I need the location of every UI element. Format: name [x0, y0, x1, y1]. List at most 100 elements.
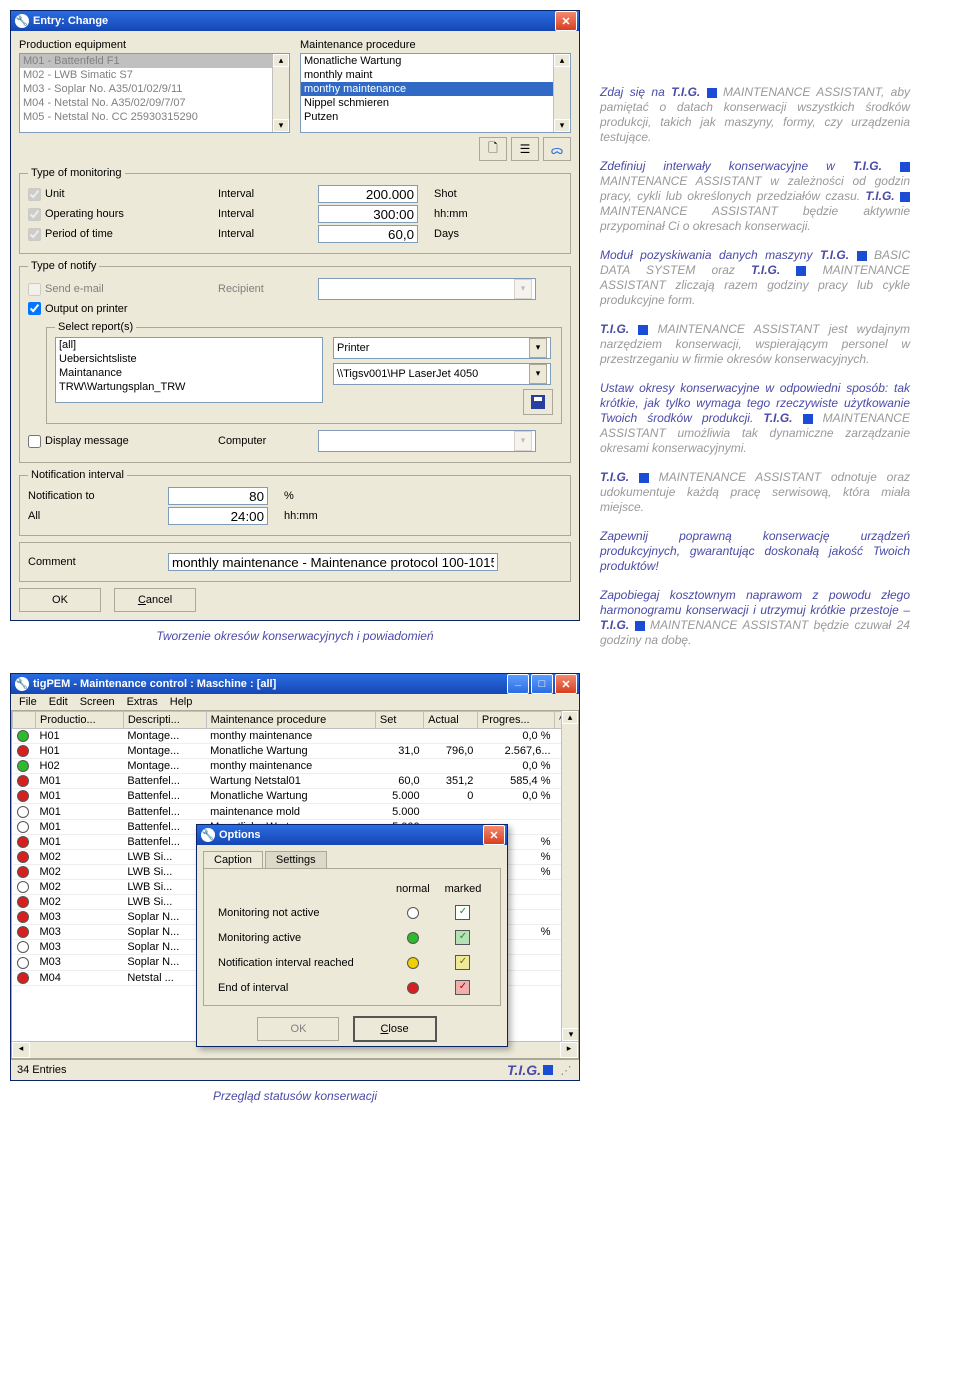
- new-page-icon[interactable]: 🗋: [479, 137, 507, 161]
- column-header[interactable]: Actual: [424, 712, 478, 729]
- printer-path-combo[interactable]: \\Tigsv001\HP LaserJet 4050▾: [333, 363, 551, 385]
- output-printer-checkbox[interactable]: Output on printer: [28, 302, 218, 315]
- window-title: Entry: Change: [33, 15, 108, 27]
- status-dot-icon: [17, 760, 29, 772]
- type-of-monitoring-group: Type of monitoring Unit Interval Shot Op…: [19, 167, 571, 254]
- maint-proc-label: Maintenance procedure: [300, 39, 571, 51]
- unit-interval-input[interactable]: [318, 185, 418, 203]
- status-dot-icon: [17, 896, 29, 908]
- status-dot-icon: [17, 806, 29, 818]
- status-dot-icon: [17, 790, 29, 802]
- select-reports-group: Select report(s) [all] Uebersichtsliste …: [46, 321, 562, 424]
- type-of-notify-group: Type of notify Send e-mail Recipient ▾ O…: [19, 260, 571, 463]
- comment-input[interactable]: [168, 553, 498, 571]
- menu-help[interactable]: Help: [170, 696, 193, 708]
- list-item[interactable]: monthly maint: [301, 68, 570, 82]
- scrollbar[interactable]: [272, 54, 289, 132]
- recipient-combo: ▾: [318, 278, 536, 300]
- table-row[interactable]: M01Battenfel...Monatliche Wartung5.00000…: [13, 789, 578, 804]
- list-item[interactable]: Monatliche Wartung: [301, 54, 570, 68]
- cancel-button[interactable]: Cancel: [114, 588, 196, 612]
- status-dot-icon: [17, 881, 29, 893]
- menu-edit[interactable]: Edit: [49, 696, 68, 708]
- table-row[interactable]: M01Battenfel...Wartung Netstal0160,0351,…: [13, 774, 578, 789]
- list-item[interactable]: M03 - Soplar No. A35/01/02/9/11: [20, 82, 289, 96]
- list-item[interactable]: M01 - Battenfeld F1: [20, 54, 289, 68]
- status-dot-icon: [17, 730, 29, 742]
- check-red-icon: ✓: [455, 980, 470, 995]
- printer-type-combo[interactable]: Printer▾: [333, 337, 551, 359]
- all-input[interactable]: [168, 507, 268, 525]
- options-ok-button: OK: [257, 1017, 339, 1041]
- list-item[interactable]: Nippel schmieren: [301, 96, 570, 110]
- display-message-checkbox[interactable]: Display message: [28, 435, 218, 448]
- list-item[interactable]: TRW\Wartungsplan_TRW: [56, 380, 322, 394]
- statusbar: 34 Entries T.I.G. ⋰: [11, 1059, 579, 1080]
- reports-list[interactable]: [all] Uebersichtsliste Maintanance TRW\W…: [55, 337, 323, 403]
- ophours-interval-input[interactable]: [318, 205, 418, 223]
- table-row[interactable]: H02Montage...monthy maintenance0,0 %: [13, 759, 578, 774]
- column-header[interactable]: Maintenance procedure: [206, 712, 375, 729]
- options-close-button[interactable]: Close: [353, 1016, 437, 1042]
- tab-settings[interactable]: Settings: [265, 851, 327, 868]
- wrench-icon: 🔧: [15, 677, 29, 691]
- status-dot-icon: [17, 972, 29, 984]
- glasses-icon[interactable]: ᯅ: [543, 137, 571, 161]
- period-checkbox[interactable]: Period of time: [28, 228, 218, 241]
- prod-equip-label: Production equipment: [19, 39, 290, 51]
- figure-caption: Przegląd statusów konserwacji: [10, 1089, 580, 1103]
- scrollbar[interactable]: [561, 711, 578, 1041]
- close-icon[interactable]: [555, 674, 577, 694]
- window-title: tigPEM - Maintenance control : Maschine …: [33, 678, 276, 690]
- dot-red-icon: [407, 982, 419, 994]
- list-item[interactable]: monthy maintenance: [301, 82, 570, 96]
- list-item[interactable]: M05 - Netstal No. CC 25930315290: [20, 110, 289, 124]
- maint-proc-list[interactable]: Monatliche Wartung monthly maint monthy …: [300, 53, 571, 133]
- save-button[interactable]: [523, 389, 553, 415]
- check-icon: ✓: [455, 905, 470, 920]
- chevron-down-icon[interactable]: ▾: [529, 338, 547, 358]
- list-item[interactable]: [all]: [56, 338, 322, 352]
- list-item[interactable]: M02 - LWB Simatic S7: [20, 68, 289, 82]
- titlebar[interactable]: 🔧 tigPEM - Maintenance control : Maschin…: [11, 674, 579, 694]
- list-item[interactable]: Putzen: [301, 110, 570, 124]
- chevron-down-icon[interactable]: ▾: [529, 364, 547, 384]
- entry-count: 34 Entries: [17, 1064, 67, 1076]
- wrench-icon: 🔧: [201, 828, 215, 842]
- status-dot-icon: [17, 836, 29, 848]
- maximize-icon[interactable]: [531, 674, 553, 694]
- ok-button[interactable]: OK: [19, 588, 101, 612]
- close-icon[interactable]: [555, 11, 577, 31]
- table-row[interactable]: H01Montage...Monatliche Wartung31,0796,0…: [13, 744, 578, 759]
- prod-equip-list[interactable]: M01 - Battenfeld F1 M02 - LWB Simatic S7…: [19, 53, 290, 133]
- scrollbar[interactable]: [553, 54, 570, 132]
- list-item[interactable]: Uebersichtsliste: [56, 352, 322, 366]
- table-row[interactable]: M01Battenfel...maintenance mold5.000: [13, 804, 578, 819]
- column-header[interactable]: Set: [375, 712, 423, 729]
- options-dialog: 🔧 Options Caption Settings normalmarked …: [196, 824, 508, 1047]
- status-dot-icon: [17, 926, 29, 938]
- titlebar[interactable]: 🔧 Entry: Change: [11, 11, 579, 31]
- titlebar[interactable]: 🔧 Options: [197, 825, 507, 845]
- notification-to-input[interactable]: [168, 487, 268, 505]
- column-header[interactable]: Progres...: [477, 712, 554, 729]
- menu-screen[interactable]: Screen: [80, 696, 115, 708]
- list-item[interactable]: M04 - Netstal No. A35/02/09/7/07: [20, 96, 289, 110]
- period-interval-input[interactable]: [318, 225, 418, 243]
- entry-change-window: 🔧 Entry: Change Production equipment M01…: [10, 10, 580, 621]
- unit-label: Shot: [434, 188, 457, 200]
- operating-hours-checkbox[interactable]: Operating hours: [28, 208, 218, 221]
- close-icon[interactable]: [483, 825, 505, 845]
- column-header[interactable]: Descripti...: [123, 712, 206, 729]
- text-lines-icon[interactable]: ☰: [511, 137, 539, 161]
- menu-extras[interactable]: Extras: [127, 696, 158, 708]
- minimize-icon[interactable]: [507, 674, 529, 694]
- table-row[interactable]: H01Montage...monthy maintenance0,0 %: [13, 729, 578, 744]
- window-title: Options: [219, 829, 261, 841]
- tab-caption[interactable]: Caption: [203, 851, 263, 868]
- list-item[interactable]: Maintanance: [56, 366, 322, 380]
- column-header[interactable]: Productio...: [36, 712, 124, 729]
- unit-checkbox[interactable]: Unit: [28, 188, 218, 201]
- maintenance-control-window: 🔧 tigPEM - Maintenance control : Maschin…: [10, 673, 580, 1081]
- menu-file[interactable]: File: [19, 696, 37, 708]
